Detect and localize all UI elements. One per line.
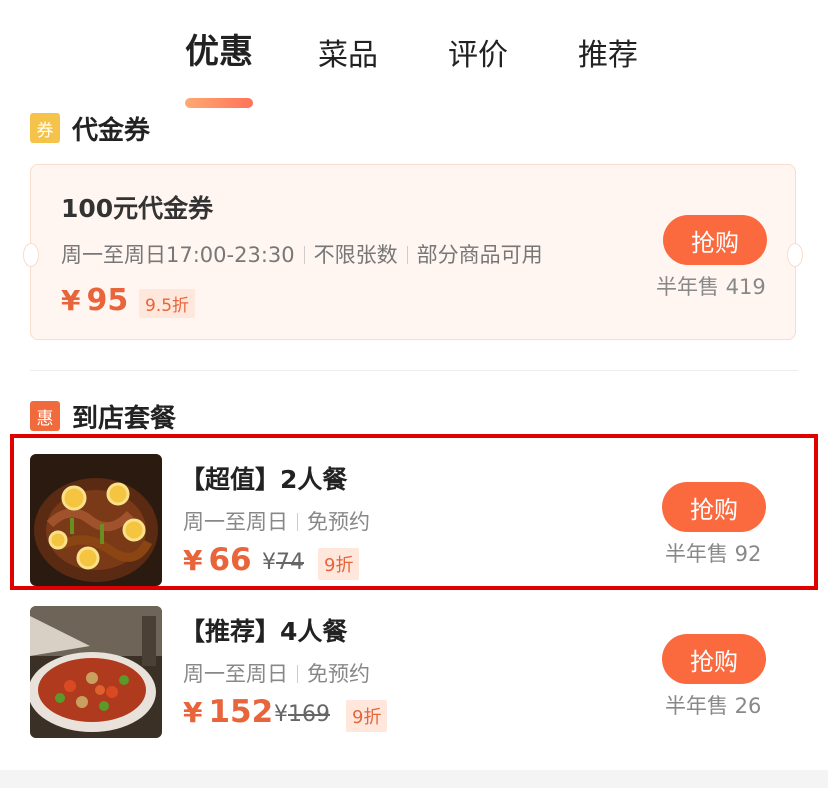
meal-days: 周一至周日 — [183, 510, 288, 534]
voucher-section-title: 代金券 — [72, 115, 151, 146]
meal-badge-icon: 惠 — [30, 401, 60, 431]
tab-dishes[interactable]: 菜品 — [318, 36, 378, 76]
meal-image-spicy-chicken — [30, 606, 162, 738]
voucher-scope: 部分商品可用 — [416, 243, 543, 267]
meal-price-value: 152 — [208, 694, 274, 730]
divider — [406, 246, 408, 264]
voucher-section-header: 券 代金券 — [30, 112, 151, 146]
currency-symbol: ¥ — [262, 550, 276, 575]
voucher-price: ¥95 — [61, 283, 128, 318]
original-price-value: 74 — [276, 550, 304, 575]
meal-image-chicken-feet — [30, 454, 162, 586]
meal-booking: 免预约 — [307, 662, 370, 686]
tab-reviews[interactable]: 评价 — [448, 36, 508, 76]
meal-discount-badge: 9折 — [346, 700, 388, 732]
voucher-desc: 周一至周日17:00-23:30 不限张数 部分商品可用 — [61, 239, 543, 269]
divider — [303, 246, 305, 264]
voucher-badge-icon: 券 — [30, 113, 60, 143]
meal-original-price: ¥169 — [274, 702, 330, 727]
currency-symbol: ¥ — [183, 544, 203, 577]
page: 优惠 菜品 评价 推荐 券 代金券 100元代金券 周一至周日17:00-23:… — [0, 0, 828, 770]
meal-section-title: 到店套餐 — [72, 403, 177, 434]
meal-price-value: 66 — [208, 542, 252, 578]
voucher-discount-badge: 9.5折 — [139, 289, 196, 318]
original-price-value: 169 — [288, 702, 330, 727]
voucher-limit: 不限张数 — [313, 243, 398, 267]
voucher-card[interactable]: 100元代金券 周一至周日17:00-23:30 不限张数 部分商品可用 ¥95 9… — [23, 164, 803, 340]
meal-sold-count: 半年售 92 — [665, 542, 762, 566]
meal-days: 周一至周日 — [183, 662, 288, 686]
section-divider — [30, 370, 798, 371]
divider — [297, 513, 298, 531]
tab-recommend[interactable]: 推荐 — [578, 36, 638, 76]
card-notch-left — [23, 243, 39, 267]
meal-discount-badge: 9折 — [318, 548, 360, 580]
divider — [297, 665, 298, 683]
meal-sold-count: 半年售 26 — [665, 694, 762, 718]
voucher-sold-count: 半年售 419 — [656, 275, 766, 299]
currency-symbol: ¥ — [183, 696, 203, 729]
meal-section-header: 惠 到店套餐 — [30, 400, 177, 434]
voucher-buy-button[interactable]: 抢购 — [663, 215, 767, 265]
tab-bar: 优惠 菜品 评价 推荐 — [0, 30, 828, 108]
tab-offers[interactable]: 优惠 — [185, 32, 253, 72]
meal-price: ¥66 — [183, 542, 252, 578]
voucher-time: 周一至周日17:00-23:30 — [61, 243, 295, 267]
voucher-price-value: 95 — [86, 283, 129, 318]
meal-title: 【超值】2人餐 — [180, 465, 348, 494]
meal-title: 【推荐】4人餐 — [180, 617, 348, 646]
meal-booking: 免预约 — [307, 510, 370, 534]
voucher-title: 100元代金券 — [61, 194, 214, 223]
meal-desc: 周一至周日 免预约 — [183, 506, 370, 536]
card-notch-right — [787, 243, 803, 267]
currency-symbol: ¥ — [274, 702, 288, 727]
bottom-strip — [0, 770, 828, 788]
currency-symbol: ¥ — [61, 284, 81, 317]
meal-buy-button[interactable]: 抢购 — [662, 482, 766, 532]
meal-original-price: ¥74 — [262, 550, 304, 575]
meal-desc: 周一至周日 免预约 — [183, 658, 370, 688]
active-tab-indicator — [185, 98, 253, 108]
meal-item[interactable]: 【超值】2人餐 周一至周日 免预约 ¥66 ¥74 9折 抢购 半年售 92 — [30, 454, 798, 586]
meal-item[interactable]: 【推荐】4人餐 周一至周日 免预约 ¥152 ¥169 9折 抢购 半年售 26 — [30, 606, 798, 738]
meal-price: ¥152 — [183, 694, 273, 730]
meal-buy-button[interactable]: 抢购 — [662, 634, 766, 684]
